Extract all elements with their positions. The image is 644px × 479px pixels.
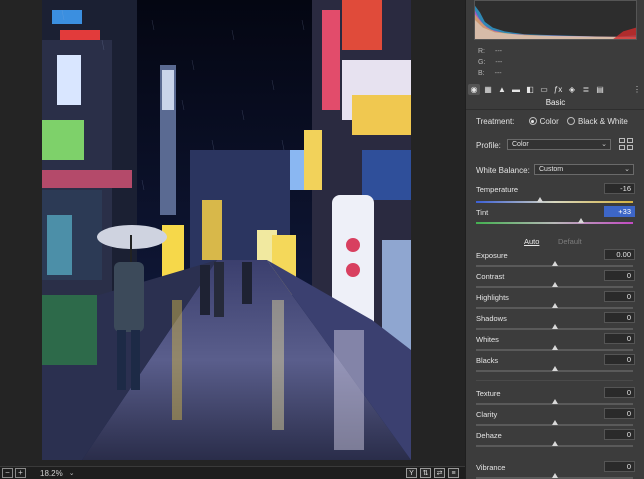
minus-icon: − [5,468,10,477]
copy-icon[interactable]: ⇄ [434,468,445,478]
lens-icon[interactable]: ▭ [538,84,550,95]
basic-icon[interactable]: ◉ [468,83,480,95]
dehaze-value[interactable]: 0 [604,429,635,440]
detail-icon[interactable]: ▲ [496,84,508,95]
white-balance-label: White Balance: [476,166,530,175]
presets-icon[interactable]: ≣ [580,84,592,95]
treatment-label: Treatment: [476,117,515,126]
exposure-thumb[interactable] [551,261,558,266]
divider [476,380,633,381]
highlights-thumb[interactable] [551,303,558,308]
b-value: --- [494,70,502,77]
texture-value[interactable]: 0 [604,387,635,398]
whites-label: Whites [476,335,499,344]
b-label: B: [478,70,485,77]
blacks-value[interactable]: 0 [604,354,635,365]
clarity-label: Clarity [476,410,498,419]
highlights-value[interactable]: 0 [604,291,635,302]
profile-value: Color [512,141,529,148]
contrast-thumb[interactable] [551,282,558,287]
treatment-color-label: Color [539,117,559,126]
adjustments-panel: R: --- G: --- B: --- ◉ ▦ ▲ ▬ ◧ ▭ ƒx ◈ ≣ ▤ ⋮… [465,0,644,479]
r-value: --- [495,48,502,55]
contrast-label: Contrast [476,272,505,281]
histogram [474,0,637,40]
highlights-label: Highlights [476,293,509,302]
treatment-color-option[interactable]: Color [528,117,559,126]
exposure-label: Exposure [476,251,508,260]
tint-label: Tint [476,208,489,217]
auto-button[interactable]: Auto [524,237,539,246]
vibrance-value[interactable]: 0 [604,461,635,472]
image-canvas[interactable] [0,0,465,466]
section-title: Basic [466,98,644,110]
tint-value[interactable]: +33 [604,206,635,217]
chevron-down-icon: ⌄ [601,141,607,148]
tint-thumb[interactable] [578,218,585,223]
temperature-value[interactable]: -16 [604,183,635,194]
chevron-down-icon: ⌄ [624,166,630,173]
dehaze-thumb[interactable] [551,441,558,446]
view-tools: Y ⇅ ⇄ ≡ [406,468,459,478]
white-balance-dropdown[interactable]: Custom ⌄ [534,164,634,175]
default-button[interactable]: Default [558,237,582,246]
hsl-icon[interactable]: ▬ [510,84,522,95]
g-label: G: [478,59,486,66]
status-bar: − + 18.2% ⌄ Y ⇅ ⇄ ≡ [0,466,465,479]
vibrance-label: Vibrance [476,463,506,472]
clarity-value[interactable]: 0 [604,408,635,419]
vibrance-thumb[interactable] [551,473,558,478]
g-value: --- [495,59,503,66]
preview-image[interactable] [42,0,411,460]
swap-icon[interactable]: ⇅ [420,468,431,478]
radio-selected-icon [528,117,537,125]
snapshots-icon[interactable]: ▤ [594,84,606,95]
treatment-bw-option[interactable]: Black & White [566,117,628,126]
profile-dropdown[interactable]: Color ⌄ [507,139,611,150]
radio-icon [566,117,575,125]
whites-thumb[interactable] [551,345,558,350]
tone-curve-icon[interactable]: ▦ [482,84,494,95]
blacks-label: Blacks [476,356,499,365]
settings-icon[interactable]: ≡ [448,468,459,478]
contrast-value[interactable]: 0 [604,270,635,281]
clarity-thumb[interactable] [551,420,558,425]
profile-label: Profile: [476,141,501,150]
shadows-value[interactable]: 0 [604,312,635,323]
temperature-slider[interactable] [476,201,633,203]
dehaze-label: Dehaze [476,431,502,440]
whites-value[interactable]: 0 [604,333,635,344]
zoom-level[interactable]: 18.2% [40,469,63,478]
effects-icon[interactable]: ƒx [552,84,564,95]
temperature-label: Temperature [476,185,519,194]
blacks-thumb[interactable] [551,366,558,371]
profile-browser-icon[interactable] [619,138,633,150]
camera-raw-window: − + 18.2% ⌄ Y ⇅ ⇄ ≡ R: --- G: --- B: --- [0,0,644,479]
rgb-readout: R: --- G: --- B: --- [478,46,502,79]
exposure-value[interactable]: 0.00 [604,249,635,260]
treatment-bw-label: Black & White [577,117,628,126]
zoom-in-button[interactable]: + [15,468,26,478]
panel-menu-icon[interactable]: ⋮ [633,85,641,94]
histogram-graph [475,5,636,39]
texture-label: Texture [476,389,501,398]
tint-slider[interactable] [476,222,633,224]
y-compare-icon[interactable]: Y [406,468,417,478]
treatment-row: Treatment: Color Black & White [476,117,628,126]
temperature-thumb[interactable] [537,197,544,202]
zoom-out-button[interactable]: − [2,468,13,478]
r-label: R: [478,48,485,55]
shadows-thumb[interactable] [551,324,558,329]
chevron-down-icon[interactable]: ⌄ [69,469,75,477]
texture-thumb[interactable] [551,399,558,404]
split-toning-icon[interactable]: ◧ [524,84,536,95]
rainy-street-photo [42,0,411,460]
white-balance-value: Custom [539,166,564,173]
panel-tabs: ◉ ▦ ▲ ▬ ◧ ▭ ƒx ◈ ≣ ▤ [468,83,643,95]
calibration-icon[interactable]: ◈ [566,84,578,95]
shadows-label: Shadows [476,314,507,323]
plus-icon: + [18,468,23,477]
